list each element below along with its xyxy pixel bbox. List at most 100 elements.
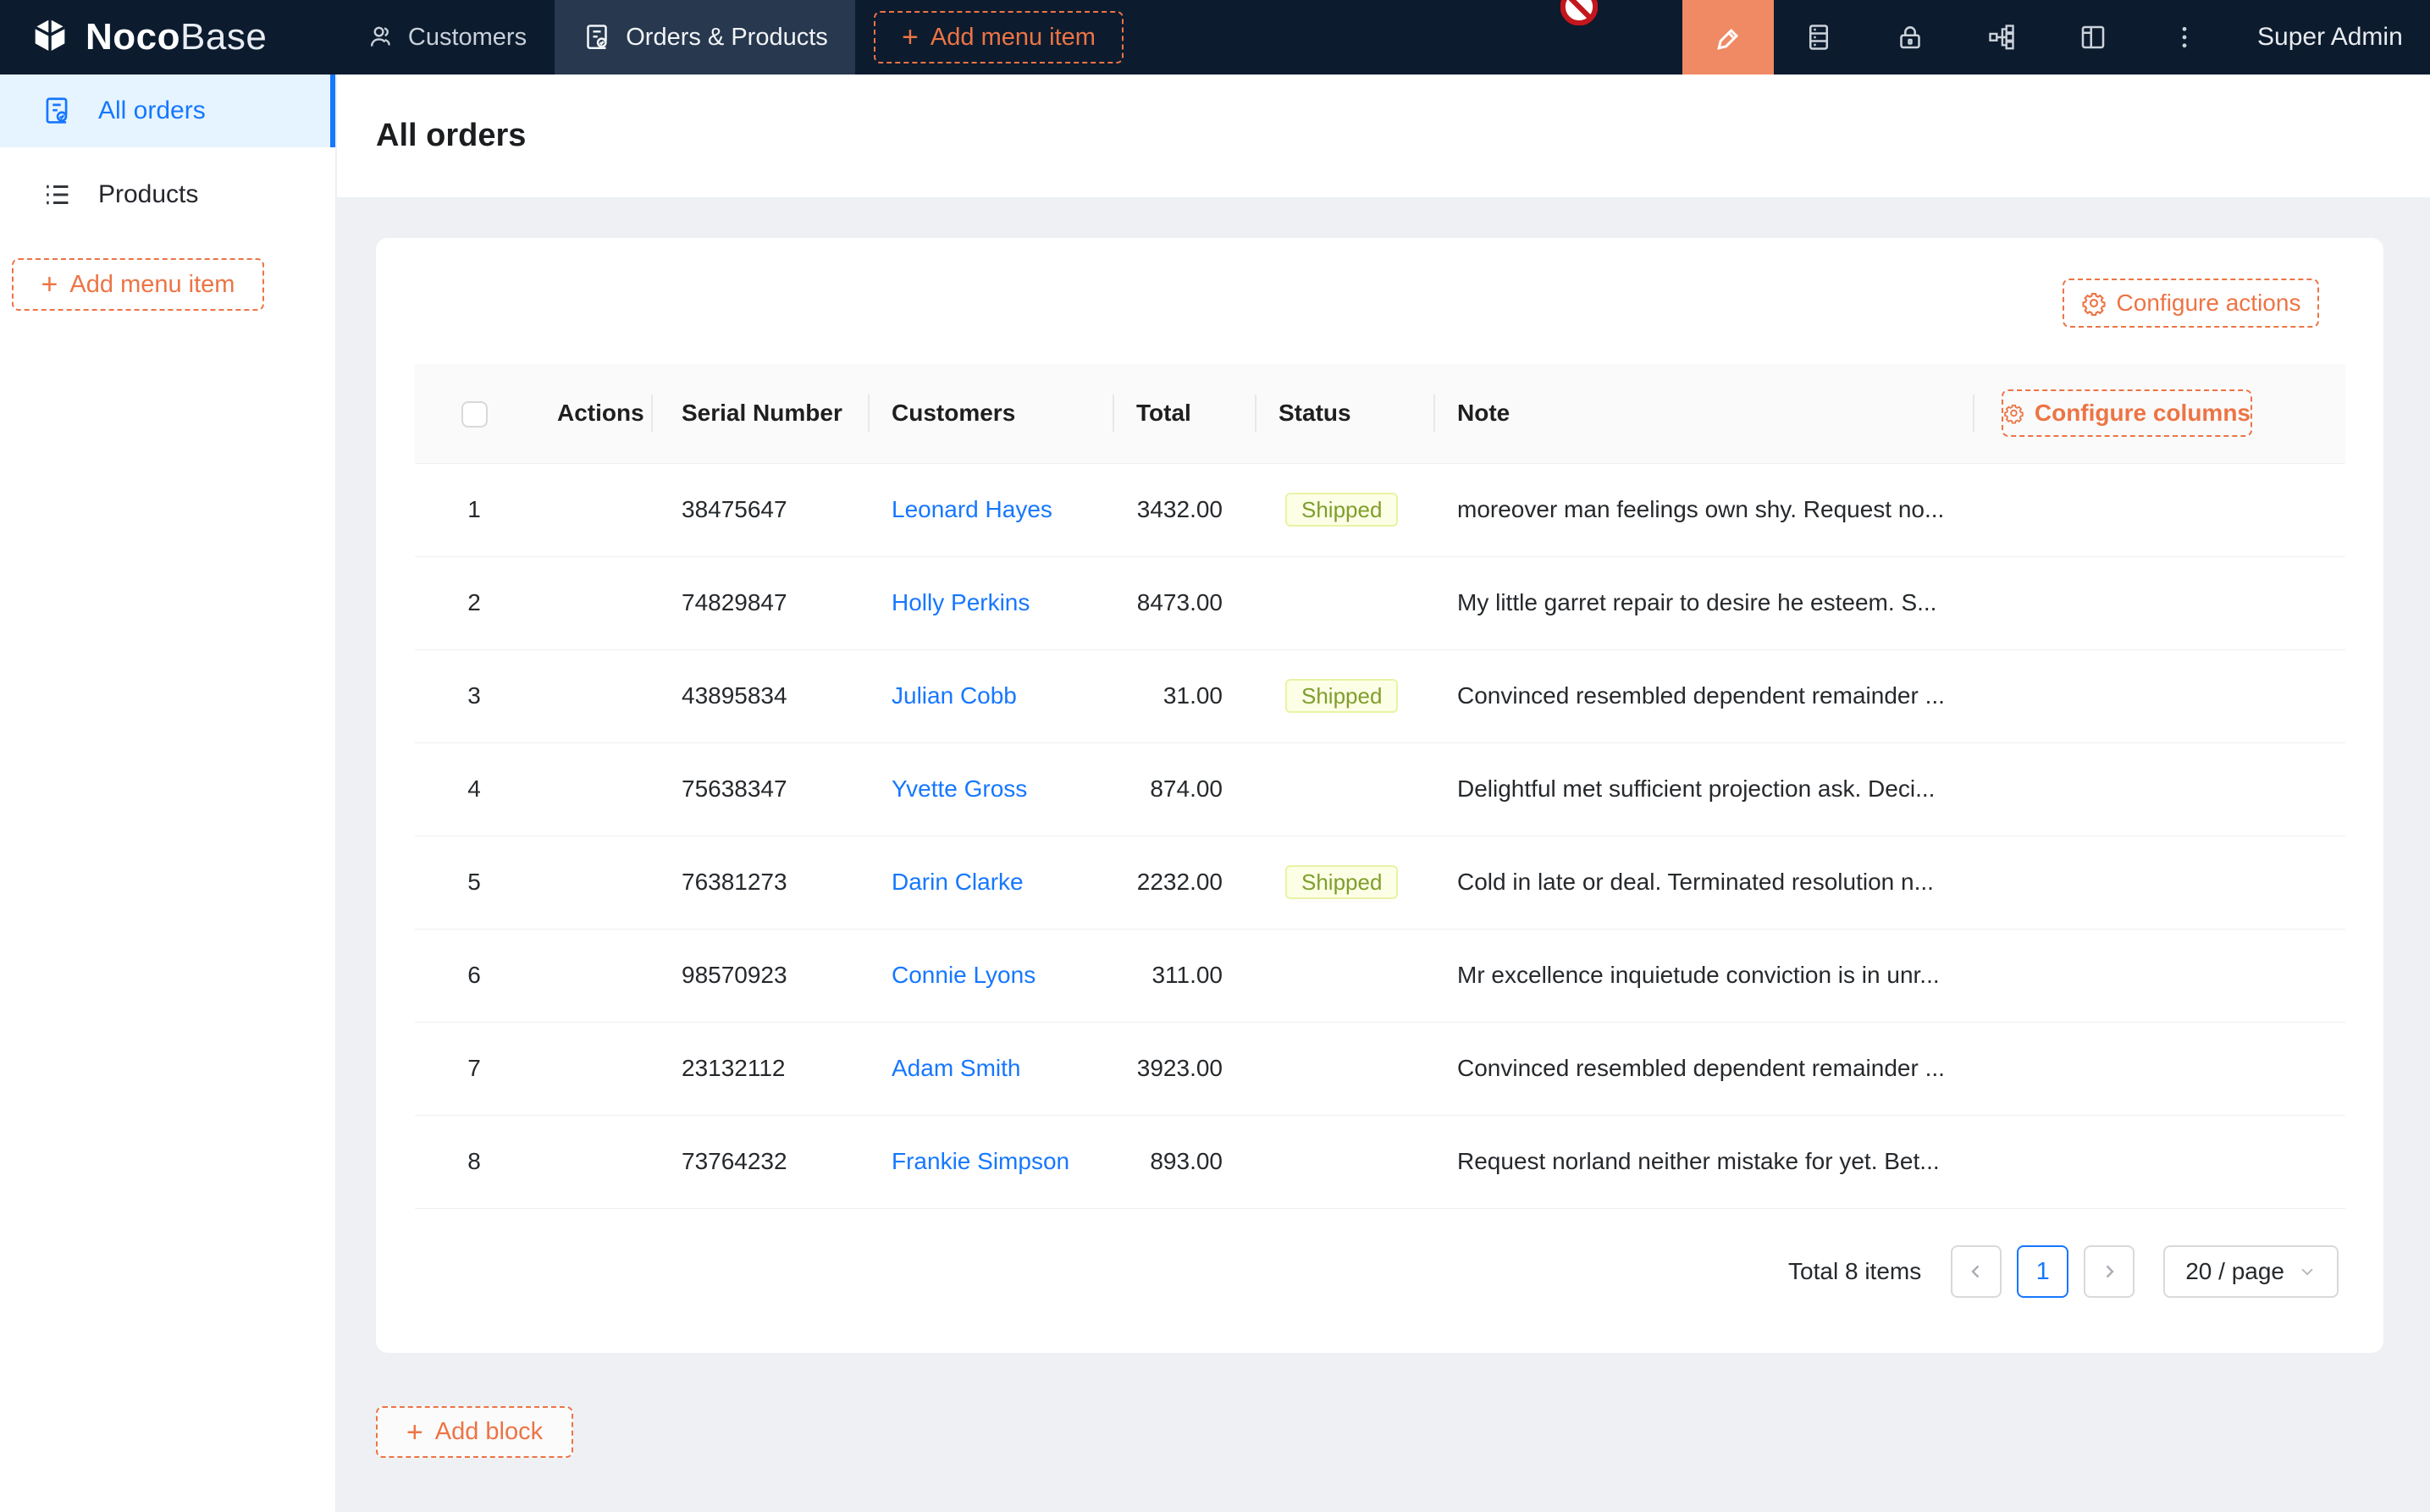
select-all-checkbox[interactable]: [461, 401, 488, 428]
status-cell: Shipped: [1255, 463, 1433, 556]
customer-link[interactable]: Yvette Gross: [892, 775, 1027, 802]
add-menu-item-button-sidebar[interactable]: + Add menu item: [12, 258, 264, 311]
serial-number-cell: 98570923: [651, 929, 868, 1022]
empty-cell: [1973, 836, 2345, 929]
actions-cell: [533, 463, 651, 556]
plus-icon: +: [902, 23, 919, 52]
list-icon: [41, 179, 73, 211]
actions-cell: [533, 556, 651, 649]
gear-icon: [2081, 290, 2107, 316]
table-row[interactable]: 4 75638347 Yvette Gross 874.00 Delightfu…: [415, 742, 2345, 836]
sidebar-item-label: Products: [98, 180, 198, 209]
add-menu-item-label: Add menu item: [931, 24, 1096, 52]
no-entry-cursor-icon: [1560, 0, 1598, 25]
workflow-sitemap-button[interactable]: [1976, 0, 2027, 74]
table-row[interactable]: 1 38475647 Leonard Hayes 3432.00 Shipped…: [415, 463, 2345, 556]
empty-cell: [1973, 649, 2345, 742]
serial-number-cell: 75638347: [651, 742, 868, 836]
customer-link[interactable]: Frankie Simpson: [892, 1148, 1069, 1174]
column-header-actions: Actions: [533, 364, 651, 463]
more-options-button[interactable]: [2159, 0, 2210, 74]
document-check-icon: [582, 22, 612, 52]
actions-cell: [533, 1022, 651, 1115]
table-row[interactable]: 6 98570923 Connie Lyons 311.00 Mr excell…: [415, 929, 2345, 1022]
add-menu-item-button-topbar[interactable]: + Add menu item: [874, 11, 1124, 63]
current-user-name: Super Admin: [2257, 23, 2403, 52]
page-size-value: 20 / page: [2185, 1258, 2284, 1285]
total-cell: 8473.00: [1113, 556, 1255, 649]
serial-number-cell: 43895834: [651, 649, 868, 742]
permissions-lock-button[interactable]: [1885, 0, 1936, 74]
configure-columns-button[interactable]: Configure columns: [2002, 389, 2252, 437]
nocobase-logo[interactable]: NocoBase: [28, 0, 267, 74]
total-cell: 31.00: [1113, 649, 1255, 742]
row-index: 5: [467, 869, 481, 895]
actions-cell: [533, 929, 651, 1022]
customer-link[interactable]: Holly Perkins: [892, 589, 1030, 615]
note-cell: Mr excellence inquietude conviction is i…: [1433, 929, 1973, 1022]
database-icon: [1803, 22, 1834, 52]
customer-link[interactable]: Leonard Hayes: [892, 496, 1052, 522]
add-block-label: Add block: [435, 1418, 543, 1446]
nav-item-customers[interactable]: Customers: [356, 0, 537, 74]
current-user-menu[interactable]: Super Admin: [2257, 0, 2403, 74]
table-row[interactable]: 3 43895834 Julian Cobb 31.00 Shipped Con…: [415, 649, 2345, 742]
serial-number-cell: 74829847: [651, 556, 868, 649]
configure-actions-button[interactable]: Configure actions: [2063, 279, 2319, 328]
note-cell: Request norland neither mistake for yet.…: [1433, 1115, 1973, 1208]
sidebar-item-all-orders[interactable]: All orders: [0, 74, 335, 147]
row-index: 2: [467, 589, 481, 615]
configure-actions-label: Configure actions: [2117, 290, 2301, 317]
gear-icon: [2003, 400, 2024, 426]
page-size-select[interactable]: 20 / page: [2163, 1245, 2339, 1298]
total-cell: 3923.00: [1113, 1022, 1255, 1115]
nav-item-orders-products[interactable]: Orders & Products: [555, 0, 855, 74]
highlighter-icon: [1711, 20, 1745, 54]
empty-cell: [1973, 1115, 2345, 1208]
table-header: Actions Serial Number Customers Total St…: [415, 364, 2345, 463]
add-block-button[interactable]: + Add block: [376, 1406, 573, 1458]
serial-number-cell: 38475647: [651, 463, 868, 556]
layout-panel-button[interactable]: [2068, 0, 2118, 74]
column-header-serial-number: Serial Number: [651, 364, 868, 463]
empty-cell: [1973, 742, 2345, 836]
table-row[interactable]: 8 73764232 Frankie Simpson 893.00 Reques…: [415, 1115, 2345, 1208]
page-number-1[interactable]: 1: [2017, 1245, 2068, 1298]
customer-link[interactable]: Adam Smith: [892, 1055, 1021, 1081]
previous-page-button[interactable]: [1951, 1245, 2002, 1298]
ui-editor-toggle-button[interactable]: [1682, 0, 1774, 74]
row-index: 1: [467, 496, 481, 522]
plus-icon: +: [406, 1418, 423, 1447]
customer-link[interactable]: Darin Clarke: [892, 869, 1024, 895]
total-cell: 893.00: [1113, 1115, 1255, 1208]
total-cell: 2232.00: [1113, 836, 1255, 929]
status-cell: [1255, 742, 1433, 836]
table-row[interactable]: 2 74829847 Holly Perkins 8473.00 My litt…: [415, 556, 2345, 649]
serial-number-cell: 76381273: [651, 836, 868, 929]
plus-icon: +: [41, 270, 58, 299]
collections-database-button[interactable]: [1793, 0, 1844, 74]
nav-label: Customers: [408, 24, 527, 52]
customer-link[interactable]: Julian Cobb: [892, 682, 1017, 709]
status-cell: [1255, 1022, 1433, 1115]
brand-text: NocoBase: [86, 16, 267, 58]
row-index: 4: [467, 775, 481, 802]
person-icon: [366, 23, 395, 52]
status-badge: Shipped: [1285, 493, 1398, 527]
serial-number-cell: 73764232: [651, 1115, 868, 1208]
column-header-status: Status: [1255, 364, 1433, 463]
customer-link[interactable]: Connie Lyons: [892, 962, 1036, 988]
row-index: 3: [467, 682, 481, 709]
table-row[interactable]: 5 76381273 Darin Clarke 2232.00 Shipped …: [415, 836, 2345, 929]
pagination-total: Total 8 items: [1788, 1258, 1921, 1285]
table-row[interactable]: 7 23132112 Adam Smith 3923.00 Convinced …: [415, 1022, 2345, 1115]
orders-table: Actions Serial Number Customers Total St…: [415, 364, 2345, 1209]
next-page-button[interactable]: [2084, 1245, 2135, 1298]
status-cell: [1255, 556, 1433, 649]
sidebar-item-products[interactable]: Products: [0, 158, 335, 231]
total-cell: 3432.00: [1113, 463, 1255, 556]
row-index: 8: [467, 1148, 481, 1174]
column-header-customers: Customers: [868, 364, 1113, 463]
note-cell: Delightful met sufficient projection ask…: [1433, 742, 1973, 836]
note-cell: Convinced resembled dependent remainder …: [1433, 649, 1973, 742]
